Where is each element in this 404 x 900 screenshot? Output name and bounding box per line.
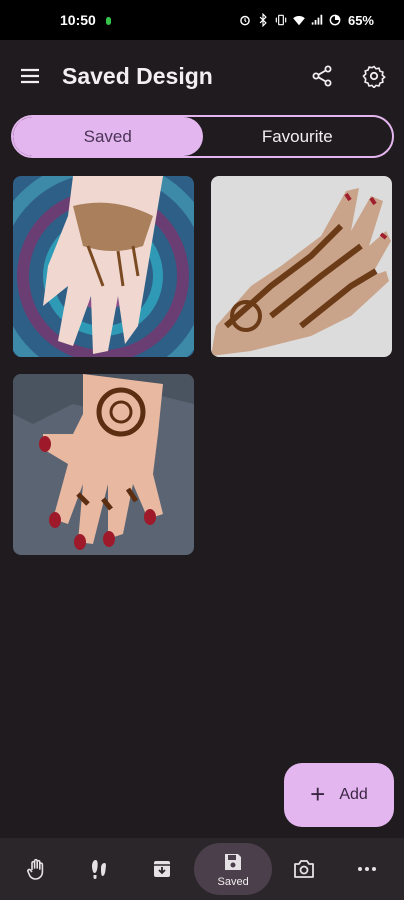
status-icons: 65% xyxy=(238,13,374,28)
tab-saved[interactable]: Saved xyxy=(13,117,203,156)
save-icon xyxy=(225,854,242,870)
vibrate-icon xyxy=(275,14,287,26)
plus-icon: + xyxy=(310,779,326,809)
bluetooth-icon xyxy=(259,13,267,27)
battery-saver-icon xyxy=(329,14,341,26)
page-title: Saved Design xyxy=(62,62,213,89)
bottom-navigation: Saved xyxy=(0,838,404,900)
nav-item-feet[interactable] xyxy=(69,843,129,895)
nav-label-saved: Saved xyxy=(217,876,249,888)
nav-item-camera[interactable] xyxy=(274,843,334,895)
nav-item-hand[interactable] xyxy=(7,843,67,895)
design-thumbnail[interactable] xyxy=(211,176,392,357)
battery-level: 65% xyxy=(347,12,374,28)
design-thumbnail[interactable] xyxy=(13,176,194,357)
design-thumbnail[interactable] xyxy=(13,374,194,555)
add-button-label: Add xyxy=(339,786,368,803)
status-bar: 10:50 65% xyxy=(0,0,404,40)
wifi-icon xyxy=(293,16,305,26)
camera-icon xyxy=(294,860,315,878)
share-icon[interactable] xyxy=(310,64,334,88)
mehndi-hand-image xyxy=(211,176,392,357)
nav-item-saved[interactable]: Saved xyxy=(194,843,273,895)
mehndi-hand-image xyxy=(13,374,194,555)
gear-icon[interactable] xyxy=(362,64,386,88)
hamburger-menu-icon[interactable] xyxy=(18,64,42,88)
tab-favourite[interactable]: Favourite xyxy=(203,117,393,156)
add-button[interactable]: + Add xyxy=(284,763,394,827)
hand-icon xyxy=(27,858,44,880)
status-indicator-dot xyxy=(105,16,111,25)
segmented-tabs: Saved Favourite xyxy=(11,115,394,158)
status-time: 10:50 xyxy=(60,12,96,28)
alarm-icon xyxy=(240,15,250,26)
nav-item-archive[interactable] xyxy=(132,843,192,895)
more-icon xyxy=(357,867,376,871)
signal-icon xyxy=(311,14,323,25)
nav-item-more[interactable] xyxy=(337,843,397,895)
feet-icon xyxy=(92,860,107,879)
archive-icon xyxy=(153,861,170,877)
mehndi-hand-image xyxy=(13,176,194,357)
app-bar: Saved Design xyxy=(0,40,404,112)
